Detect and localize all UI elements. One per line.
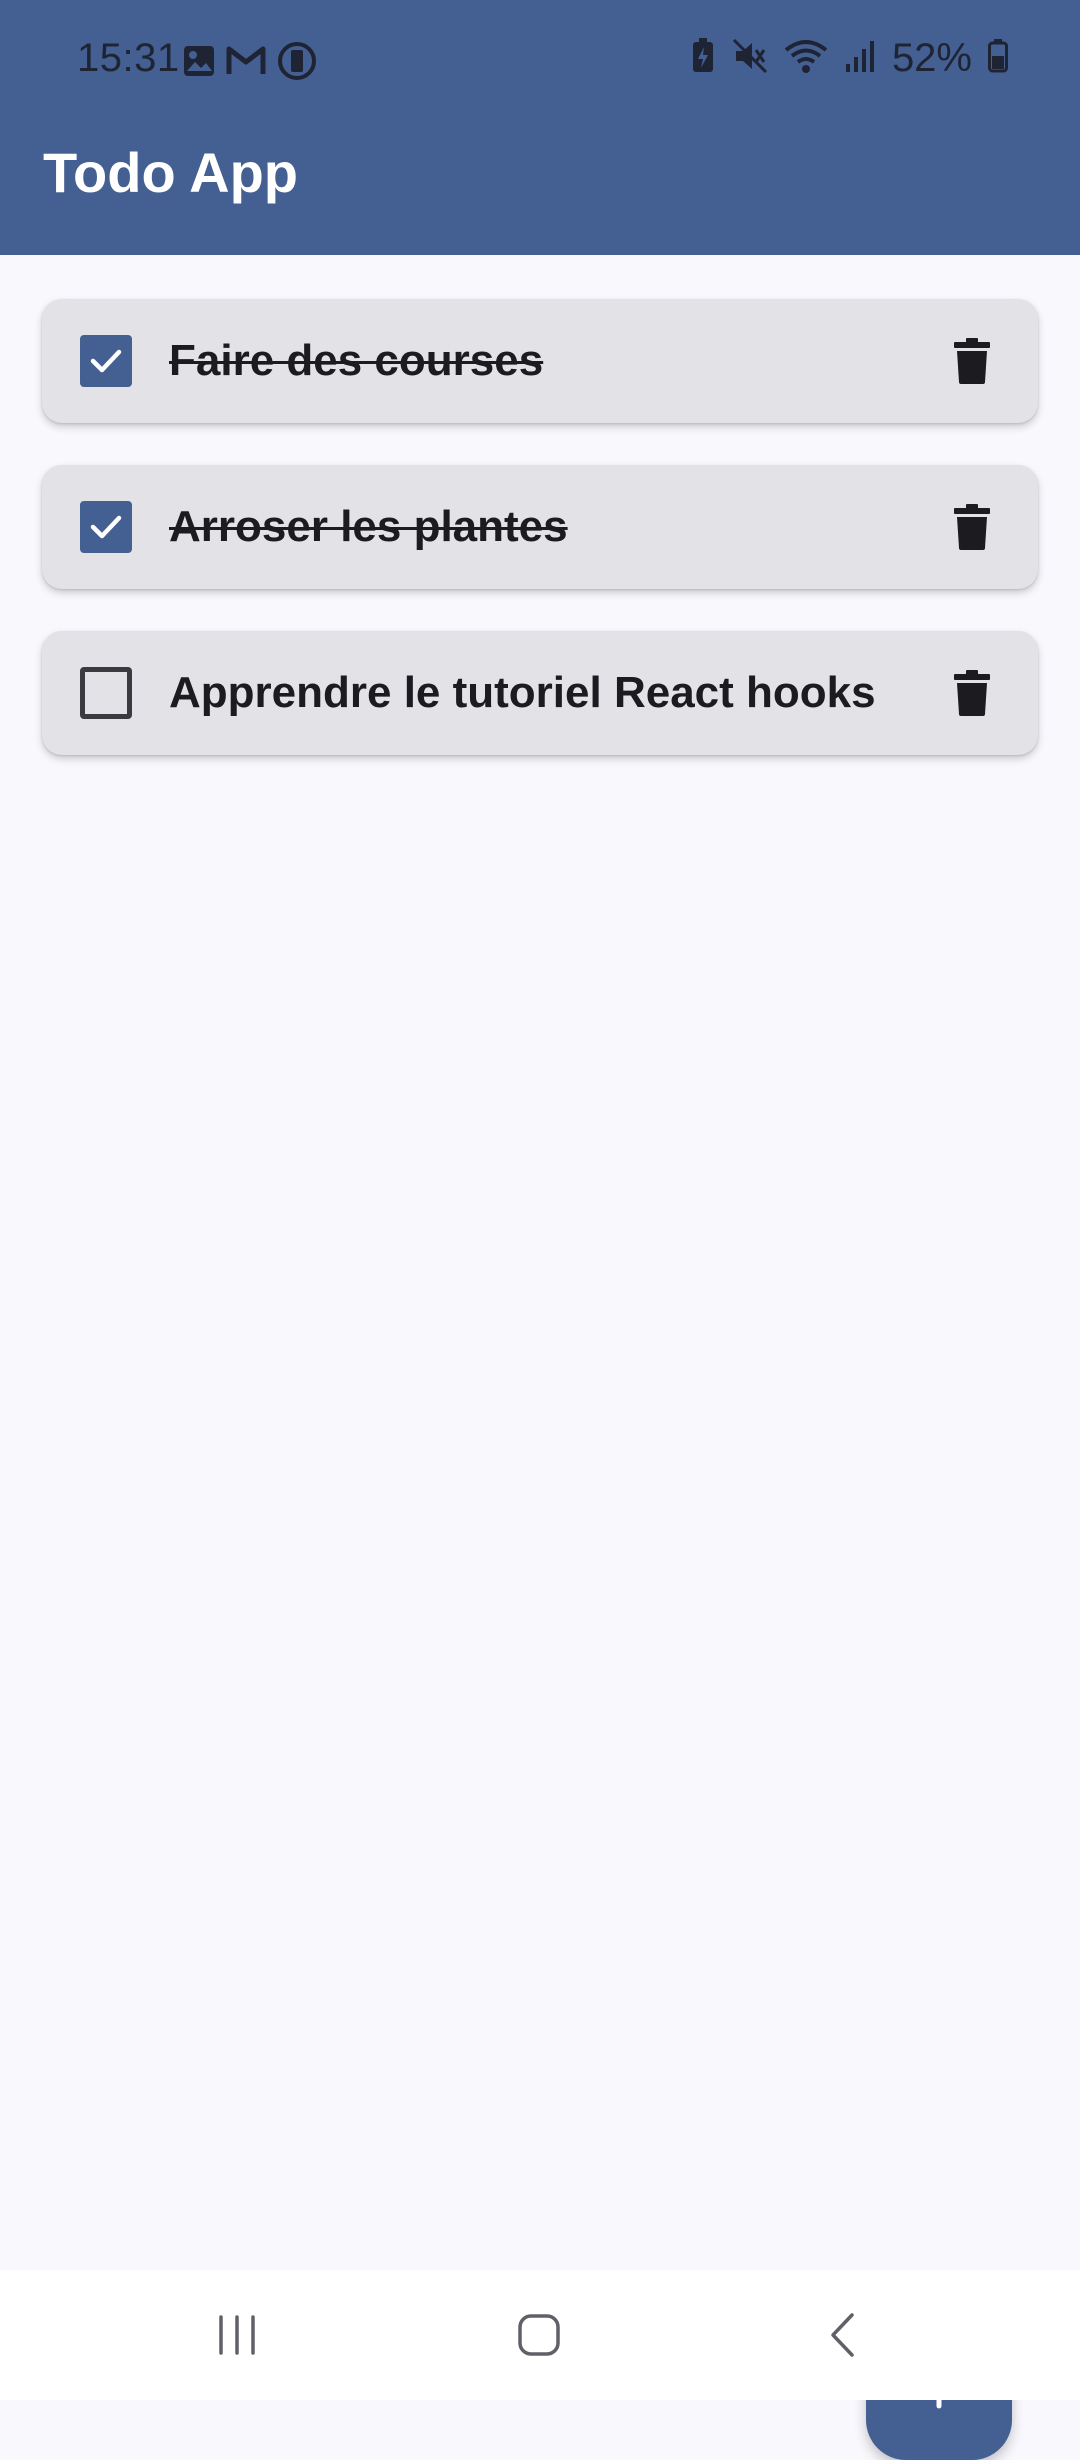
trash-icon [954,504,990,550]
back-button[interactable] [802,2300,882,2370]
app-title: Todo App [43,141,299,204]
mute-icon [732,38,768,79]
app-header: 15:31 52% Todo App [0,0,1080,255]
status-bar: 15:31 52% [0,0,1080,120]
todo-list: Faire des courses Arroser les plantes Ap… [42,299,1038,755]
status-time: 15:31 [77,36,180,80]
system-nav-bar [0,2270,1080,2400]
check-icon [90,515,122,539]
trash-icon [954,338,990,384]
back-icon [831,2313,854,2357]
gallery-icon [182,44,216,83]
battery-saver-icon [276,40,318,87]
wifi-icon [784,38,828,79]
recents-button[interactable] [197,2300,277,2370]
todo-checkbox[interactable] [80,335,132,387]
todo-label: Apprendre le tutoriel React hooks [169,668,876,717]
todo-label: Arroser les plantes [169,502,568,551]
battery-percent: 52% [891,36,972,80]
delete-button[interactable] [944,499,1000,555]
main-content: Faire des courses Arroser les plantes Ap… [0,255,1080,2460]
todo-checkbox[interactable] [80,501,132,553]
status-system-icons: 52% [690,36,1008,81]
status-notification-icons [182,40,318,87]
todo-checkbox[interactable] [80,667,132,719]
delete-button[interactable] [944,665,1000,721]
todo-item: Arroser les plantes [42,465,1038,589]
todo-label: Faire des courses [169,336,544,385]
home-icon [518,2314,560,2356]
home-button[interactable] [499,2300,579,2370]
battery-icon [988,39,1008,78]
signal-icon [844,38,876,79]
trash-icon [954,670,990,716]
delete-button[interactable] [944,333,1000,389]
todo-item: Faire des courses [42,299,1038,423]
gmail-icon [226,44,266,83]
check-icon [90,349,122,373]
recents-icon [219,2315,255,2355]
todo-item: Apprendre le tutoriel React hooks [42,631,1038,755]
battery-charging-icon [690,38,716,79]
